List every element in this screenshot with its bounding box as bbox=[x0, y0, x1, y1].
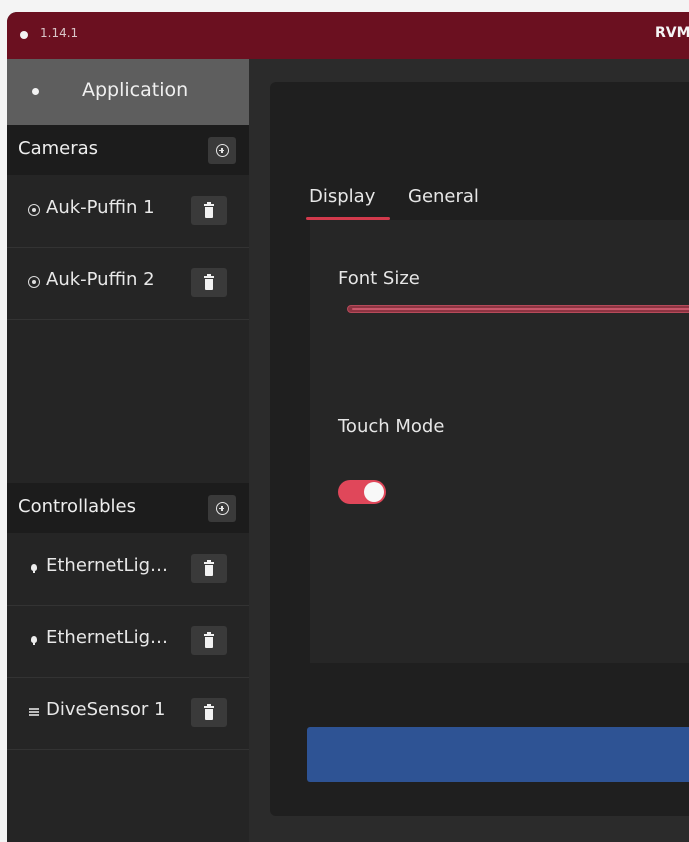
cameras-section-header: Cameras bbox=[7, 125, 249, 175]
delete-controllable-button[interactable] bbox=[191, 698, 227, 727]
trash-icon bbox=[204, 201, 214, 218]
font-size-label: Font Size bbox=[338, 268, 420, 289]
primary-action-button[interactable] bbox=[307, 727, 689, 782]
sidebar: Application Cameras Auk-Puffin 1 Auk-Puf… bbox=[7, 59, 249, 842]
delete-controllable-button[interactable] bbox=[191, 554, 227, 583]
camera-list-item[interactable]: Auk-Puffin 2 bbox=[7, 247, 249, 320]
sensor-icon bbox=[28, 706, 40, 718]
trash-icon bbox=[204, 631, 214, 648]
controllable-list-item[interactable]: EthernetLig… bbox=[7, 533, 249, 606]
app-title: RVM bbox=[655, 25, 689, 41]
font-size-slider[interactable] bbox=[347, 305, 689, 313]
controllable-list-item[interactable]: EthernetLig… bbox=[7, 605, 249, 678]
camera-list-item[interactable]: Auk-Puffin 1 bbox=[7, 175, 249, 248]
settings-panel: Display General Font Size Touch Mode bbox=[270, 82, 689, 816]
sidebar-item-label: Application bbox=[82, 79, 189, 101]
delete-camera-button[interactable] bbox=[191, 268, 227, 297]
tab-display[interactable]: Display bbox=[309, 186, 375, 207]
add-camera-button[interactable] bbox=[208, 137, 236, 164]
touch-mode-label: Touch Mode bbox=[338, 416, 445, 437]
add-circle-icon bbox=[215, 502, 229, 515]
radio-icon bbox=[28, 204, 40, 216]
add-circle-icon bbox=[215, 144, 229, 157]
bullet-icon bbox=[32, 88, 39, 95]
title-bar: 1.14.1 RVM bbox=[7, 12, 689, 59]
light-bulb-icon bbox=[28, 634, 40, 646]
app-version: 1.14.1 bbox=[40, 26, 79, 40]
toggle-knob bbox=[364, 482, 384, 502]
cameras-header-label: Cameras bbox=[18, 138, 99, 159]
add-controllable-button[interactable] bbox=[208, 495, 236, 522]
light-bulb-icon bbox=[28, 562, 40, 574]
trash-icon bbox=[204, 703, 214, 720]
radio-icon bbox=[28, 276, 40, 288]
delete-camera-button[interactable] bbox=[191, 196, 227, 225]
app-status-dot-icon bbox=[20, 31, 28, 39]
tab-general[interactable]: General bbox=[408, 186, 479, 207]
sidebar-item-application[interactable]: Application bbox=[7, 59, 249, 125]
controllable-name: EthernetLig… bbox=[46, 627, 168, 648]
app-window: 1.14.1 RVM Application Cameras Auk-Puffi… bbox=[7, 12, 689, 842]
main-content: Display General Font Size Touch Mode bbox=[249, 59, 689, 842]
display-settings-card: Font Size Touch Mode bbox=[310, 220, 689, 663]
controllable-list-item[interactable]: DiveSensor 1 bbox=[7, 677, 249, 750]
camera-name: Auk-Puffin 2 bbox=[46, 269, 155, 290]
controllables-header-label: Controllables bbox=[18, 496, 136, 517]
controllable-name: DiveSensor 1 bbox=[46, 699, 166, 720]
camera-name: Auk-Puffin 1 bbox=[46, 197, 155, 218]
delete-controllable-button[interactable] bbox=[191, 626, 227, 655]
controllables-section-header: Controllables bbox=[7, 483, 249, 533]
touch-mode-toggle[interactable] bbox=[338, 480, 386, 504]
trash-icon bbox=[204, 273, 214, 290]
controllable-name: EthernetLig… bbox=[46, 555, 168, 576]
trash-icon bbox=[204, 559, 214, 576]
